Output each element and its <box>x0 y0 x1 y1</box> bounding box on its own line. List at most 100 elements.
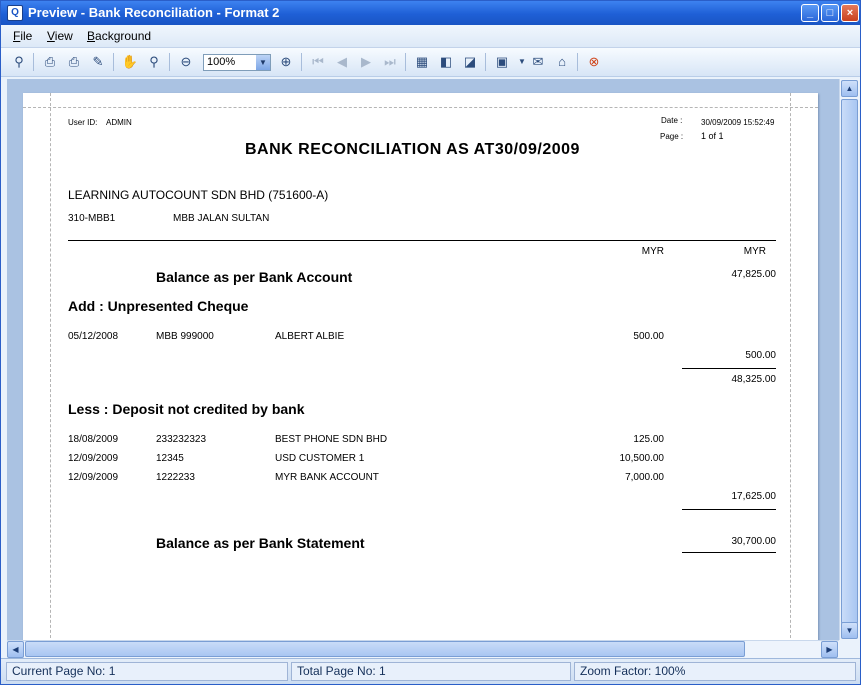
status-total-page: Total Page No: 1 <box>291 662 571 681</box>
currency-column-2: MYR <box>743 246 766 257</box>
less-row-ref: 233232323 <box>156 434 207 445</box>
toolbar-separator <box>113 53 114 71</box>
scroll-right-icon[interactable]: ▶ <box>821 641 838 658</box>
balance-bank-label: Balance as per Bank Account <box>156 269 353 285</box>
add-row-amount: 500.00 <box>633 331 664 342</box>
less-row-date: 12/09/2009 <box>68 453 119 464</box>
margin-guide-top <box>23 107 818 108</box>
balance-statement-label: Balance as per Bank Statement <box>156 535 365 551</box>
toolbar-separator <box>577 53 578 71</box>
horizontal-scroll-thumb[interactable] <box>25 641 745 657</box>
previous-page-icon[interactable]: ◀ <box>333 53 351 71</box>
export-icon[interactable]: ▣ <box>493 53 511 71</box>
bank-account-code: 310-MBB1 <box>68 213 116 224</box>
vertical-scrollbar[interactable]: ▲ ▼ <box>839 79 859 640</box>
add-total-rule <box>682 368 776 369</box>
maximize-button[interactable]: □ <box>821 4 839 22</box>
margin-guide-right <box>790 93 791 640</box>
horizontal-scrollbar[interactable]: ◀ ▶ <box>7 640 839 658</box>
less-row-amount: 7,000.00 <box>625 472 664 483</box>
chevron-down-icon[interactable]: ▼ <box>256 55 270 70</box>
currency-column-1: MYR <box>641 246 664 257</box>
status-bar: Current Page No: 1 Total Page No: 1 Zoom… <box>1 658 860 684</box>
balance-bank-value: 47,825.00 <box>731 269 777 280</box>
toolbar-separator <box>405 53 406 71</box>
less-row-ref: 1222233 <box>156 472 195 483</box>
less-row-desc: USD CUSTOMER 1 <box>275 453 365 464</box>
first-page-icon[interactable]: ⏮ <box>309 53 327 71</box>
toolbar-separator <box>485 53 486 71</box>
bank-account-name: MBB JALAN SULTAN <box>173 213 270 224</box>
subtotal: 48,325.00 <box>731 374 777 385</box>
multiple-pages-icon[interactable]: ▦ <box>413 53 431 71</box>
balance-statement-value: 30,700.00 <box>731 536 777 547</box>
less-total-rule <box>682 509 776 510</box>
watermark-icon[interactable]: ◪ <box>461 53 479 71</box>
email-icon[interactable]: ✉ <box>529 53 547 71</box>
menu-view[interactable]: View <box>47 29 73 43</box>
less-row-desc: MYR BANK ACCOUNT <box>275 472 379 483</box>
zoom-select[interactable]: 100% ▼ <box>203 54 271 71</box>
user-id-label: User ID: <box>68 118 98 127</box>
magnifier-icon[interactable]: ⚲ <box>145 53 163 71</box>
add-row-date: 05/12/2008 <box>68 331 119 342</box>
close-button[interactable]: × <box>841 4 859 22</box>
toolbar-separator <box>33 53 34 71</box>
print-setup-icon[interactable]: ⎙ <box>41 53 59 71</box>
report-title-date: 30/09/2009 <box>494 141 580 158</box>
less-row-date: 18/08/2009 <box>68 434 119 445</box>
paper-stack-icon[interactable]: ⌂ <box>553 53 571 71</box>
minimize-button[interactable]: _ <box>801 4 819 22</box>
page-label: Page : <box>660 132 684 141</box>
add-row-desc: ALBERT ALBIE <box>275 331 345 342</box>
margin-guide-left <box>50 93 51 640</box>
find-binoculars-icon[interactable]: ⚲ <box>10 53 28 71</box>
date-label: Date : <box>661 116 683 125</box>
add-section-heading: Add : Unpresented Cheque <box>68 298 249 314</box>
less-row-amount: 10,500.00 <box>619 453 665 464</box>
scroll-up-icon[interactable]: ▲ <box>841 80 858 97</box>
title-bar[interactable]: Q Preview - Bank Reconciliation - Format… <box>1 1 860 25</box>
report-title: BANK RECONCILIATION AS AT30/09/2009 <box>245 141 580 158</box>
menu-background[interactable]: Background <box>87 29 151 43</box>
less-row-date: 12/09/2009 <box>68 472 119 483</box>
last-page-icon[interactable]: ⏭ <box>381 53 399 71</box>
user-id-value: ADMIN <box>106 118 132 127</box>
page-color-icon[interactable]: ◧ <box>437 53 455 71</box>
toolbar-separator <box>169 53 170 71</box>
hand-tool-icon[interactable]: ✋ <box>121 53 139 71</box>
header-rule <box>68 240 776 241</box>
next-page-icon[interactable]: ▶ <box>357 53 375 71</box>
zoom-in-icon[interactable]: ⊕ <box>277 53 295 71</box>
less-section-heading: Less : Deposit not credited by bank <box>68 401 305 417</box>
date-value: 30/09/2009 15:52:49 <box>701 118 775 127</box>
print-icon[interactable]: ⎙ <box>65 53 83 71</box>
page-value: 1 of 1 <box>701 131 724 141</box>
zoom-out-icon[interactable]: ⊖ <box>177 53 195 71</box>
less-total: 17,625.00 <box>731 491 777 502</box>
balance-statement-rule <box>682 552 776 553</box>
scroll-down-icon[interactable]: ▼ <box>841 622 858 639</box>
less-row-amount: 125.00 <box>633 434 664 445</box>
report-page: User ID: ADMIN Date : 30/09/2009 15:52:4… <box>23 93 818 640</box>
scroll-left-icon[interactable]: ◀ <box>7 641 24 658</box>
close-preview-icon[interactable]: ⊗ <box>585 53 603 71</box>
menu-bar: File View Background <box>1 25 860 48</box>
vertical-scroll-thumb[interactable] <box>841 99 858 624</box>
window-title: Preview - Bank Reconciliation - Format 2 <box>28 5 280 20</box>
preview-window: Q Preview - Bank Reconciliation - Format… <box>0 0 861 685</box>
toolbar: ⚲ ⎙ ⎙ ✎ ✋ ⚲ ⊖ ⊕ ⏮ ◀ ▶ ⏭ ▦ ◧ ◪ ▣ ▼ ✉ ⌂ ⊗ <box>1 48 860 77</box>
status-current-page: Current Page No: 1 <box>6 662 288 681</box>
less-row-ref: 12345 <box>156 453 184 464</box>
menu-file[interactable]: File <box>13 29 32 43</box>
add-row-ref: MBB 999000 <box>156 331 214 342</box>
preview-app-icon: Q <box>7 5 23 21</box>
preview-viewport[interactable]: User ID: ADMIN Date : 30/09/2009 15:52:4… <box>7 79 839 640</box>
zoom-select-value: 100% <box>207 56 236 68</box>
toolbar-separator <box>301 53 302 71</box>
less-row-desc: BEST PHONE SDN BHD <box>275 434 388 445</box>
company-name: LEARNING AUTOCOUNT SDN BHD (751600-A) <box>68 188 329 202</box>
page-setup-icon[interactable]: ✎ <box>89 53 107 71</box>
status-zoom-factor: Zoom Factor: 100% <box>574 662 856 681</box>
add-total: 500.00 <box>745 350 776 361</box>
